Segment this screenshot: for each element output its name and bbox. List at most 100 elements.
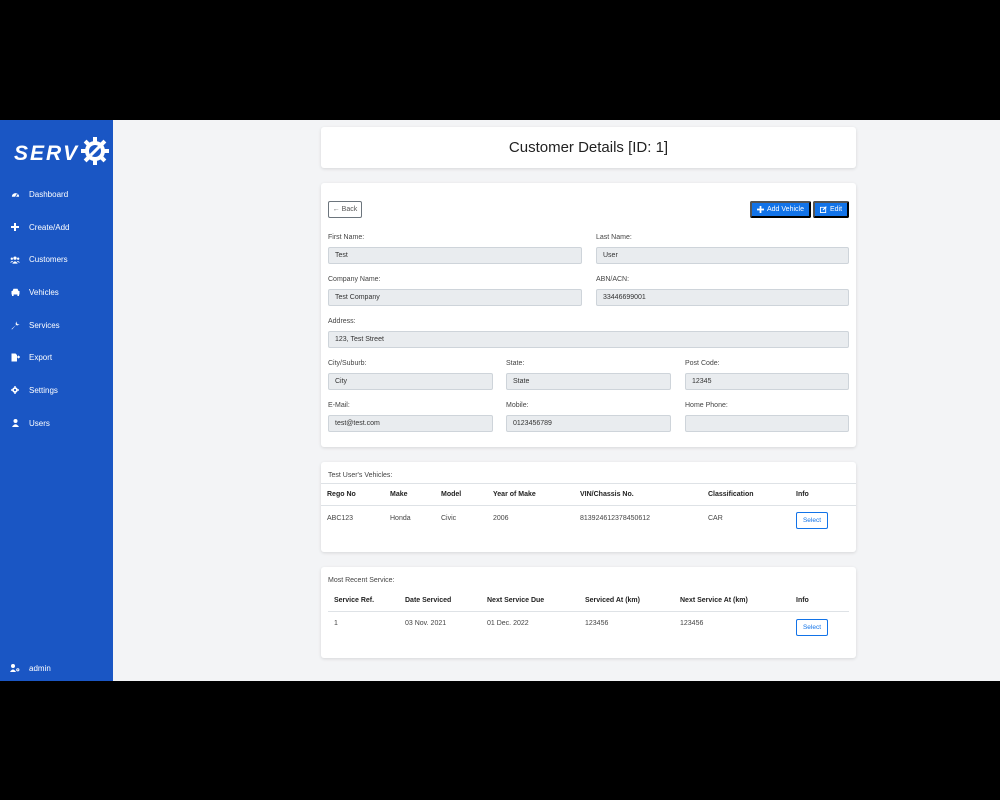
sidebar: SERV Dashboard Create/Add Customers Vehi… (0, 120, 113, 681)
sidebar-item-label: Settings (29, 385, 58, 395)
table-divider (321, 483, 856, 484)
wrench-icon (10, 320, 20, 330)
city-field-group: City/Suburb: City (328, 360, 493, 390)
edit-icon (819, 206, 827, 213)
user-icon (10, 418, 20, 428)
abn-field-group: ABN/ACN: 33446699001 (596, 276, 849, 306)
sidebar-item-label: Users (29, 418, 50, 428)
sidebar-item-customers[interactable]: Customers (0, 243, 113, 276)
sidebar-nav: Dashboard Create/Add Customers Vehicles (0, 178, 113, 440)
sidebar-item-settings[interactable]: Settings (0, 374, 113, 407)
state-label: State: (506, 360, 525, 367)
cell-rego-no: ABC123 (327, 515, 354, 522)
add-vehicle-button[interactable]: Add Vehicle (750, 201, 811, 218)
last-name-label: Last Name: (596, 234, 632, 241)
first-name-input[interactable]: Test (328, 247, 582, 264)
home-phone-label: Home Phone: (685, 402, 728, 409)
plus-icon (10, 222, 20, 232)
app-logo-text: SERV (14, 141, 80, 165)
post-code-field-group: Post Code: 12345 (685, 360, 849, 390)
email-input[interactable]: test@test.com (328, 415, 493, 432)
column-header-rego-no: Rego No (327, 491, 356, 498)
company-name-field-group: Company Name: Test Company (328, 276, 582, 306)
sidebar-item-label: Customers (29, 255, 68, 265)
city-input[interactable]: City (328, 373, 493, 390)
cell-date-serviced: 03 Nov. 2021 (405, 620, 447, 627)
column-header-make: Make (390, 491, 408, 498)
service-select-button[interactable]: Select (796, 619, 828, 636)
services-table-caption: Most Recent Service: (328, 577, 395, 584)
sidebar-item-label: Services (29, 320, 60, 330)
sidebar-item-services[interactable]: Services (0, 309, 113, 342)
sidebar-item-dashboard[interactable]: Dashboard (0, 178, 113, 211)
cell-make: Honda (390, 515, 411, 522)
cell-serviced-at: 123456 (585, 620, 609, 627)
table-header-divider (321, 505, 856, 506)
column-header-date-serviced: Date Serviced (405, 597, 452, 604)
cell-vin: 813924612378450612 (580, 515, 651, 522)
car-icon (10, 287, 20, 297)
mobile-input[interactable]: 0123456789 (506, 415, 671, 432)
mobile-field-group: Mobile: 0123456789 (506, 402, 671, 432)
cell-model: Civic (441, 515, 457, 522)
column-header-year-of-make: Year of Make (493, 491, 536, 498)
dashboard-icon (10, 189, 20, 199)
app-logo[interactable]: SERV (14, 136, 110, 171)
edit-label: Edit (829, 206, 843, 213)
column-header-next-service-due: Next Service Due (487, 597, 545, 604)
sidebar-item-vehicles[interactable]: Vehicles (0, 276, 113, 309)
column-header-model: Model (441, 491, 462, 498)
last-name-field-group: Last Name: User (596, 234, 849, 264)
home-phone-field-group: Home Phone: (685, 402, 849, 432)
company-name-label: Company Name: (328, 276, 381, 283)
edit-button[interactable]: Edit (813, 201, 849, 218)
add-vehicle-label: Add Vehicle (767, 206, 804, 213)
main-content: Customer Details [ID: 1] ← Back Add Vehi… (113, 120, 1000, 681)
cell-next-service-due: 01 Dec. 2022 (487, 620, 529, 627)
abn-label: ABN/ACN: (596, 276, 630, 283)
sidebar-item-users[interactable]: Users (0, 407, 113, 440)
sidebar-item-label: Vehicles (29, 287, 59, 297)
address-field-group: Address: 123, Test Street (328, 318, 849, 348)
sidebar-user-label: admin (29, 663, 51, 673)
user-cog-icon (10, 663, 20, 673)
state-input[interactable]: State (506, 373, 671, 390)
abn-input[interactable]: 33446699001 (596, 289, 849, 306)
home-phone-input[interactable] (685, 415, 849, 432)
page-title: Customer Details [ID: 1] (508, 139, 669, 156)
sidebar-item-export[interactable]: Export (0, 341, 113, 374)
page-title-card: Customer Details [ID: 1] (321, 127, 856, 168)
column-header-info: Info (796, 597, 809, 604)
column-header-vin: VIN/Chassis No. (580, 491, 634, 498)
last-name-input[interactable]: User (596, 247, 849, 264)
address-input[interactable]: 123, Test Street (328, 331, 849, 348)
email-label: E-Mail: (328, 402, 350, 409)
post-code-label: Post Code: (685, 360, 720, 367)
sidebar-user-admin[interactable]: admin (10, 663, 51, 673)
sidebar-item-create-add[interactable]: Create/Add (0, 211, 113, 244)
vehicle-select-button[interactable]: Select (796, 512, 828, 529)
column-header-service-ref: Service Ref. (334, 597, 375, 604)
export-icon (10, 353, 20, 363)
vehicles-table-card: Test User's Vehicles: Rego No Make Model… (321, 462, 856, 552)
column-header-serviced-at: Serviced At (km) (585, 597, 640, 604)
app-viewport: SERV Dashboard Create/Add Customers Vehi… (0, 120, 1000, 681)
back-button[interactable]: ← Back (328, 201, 362, 218)
cell-service-ref: 1 (334, 620, 338, 627)
address-label: Address: (328, 318, 356, 325)
cell-next-service-at: 123456 (680, 620, 704, 627)
customer-form-card: ← Back Add Vehicle Edit First Name: Test… (321, 183, 856, 447)
sidebar-item-label: Export (29, 353, 53, 363)
city-label: City/Suburb: (328, 360, 367, 367)
state-field-group: State: State (506, 360, 671, 390)
users-icon (10, 255, 20, 265)
post-code-input[interactable]: 12345 (685, 373, 849, 390)
mobile-label: Mobile: (506, 402, 529, 409)
vehicles-table-caption: Test User's Vehicles: (328, 472, 393, 479)
sidebar-item-label: Dashboard (29, 189, 69, 199)
company-name-input[interactable]: Test Company (328, 289, 582, 306)
plus-icon (757, 206, 764, 213)
column-header-info: Info (796, 491, 809, 498)
column-header-next-service-at: Next Service At (km) (680, 597, 748, 604)
table-header-divider (328, 611, 849, 612)
